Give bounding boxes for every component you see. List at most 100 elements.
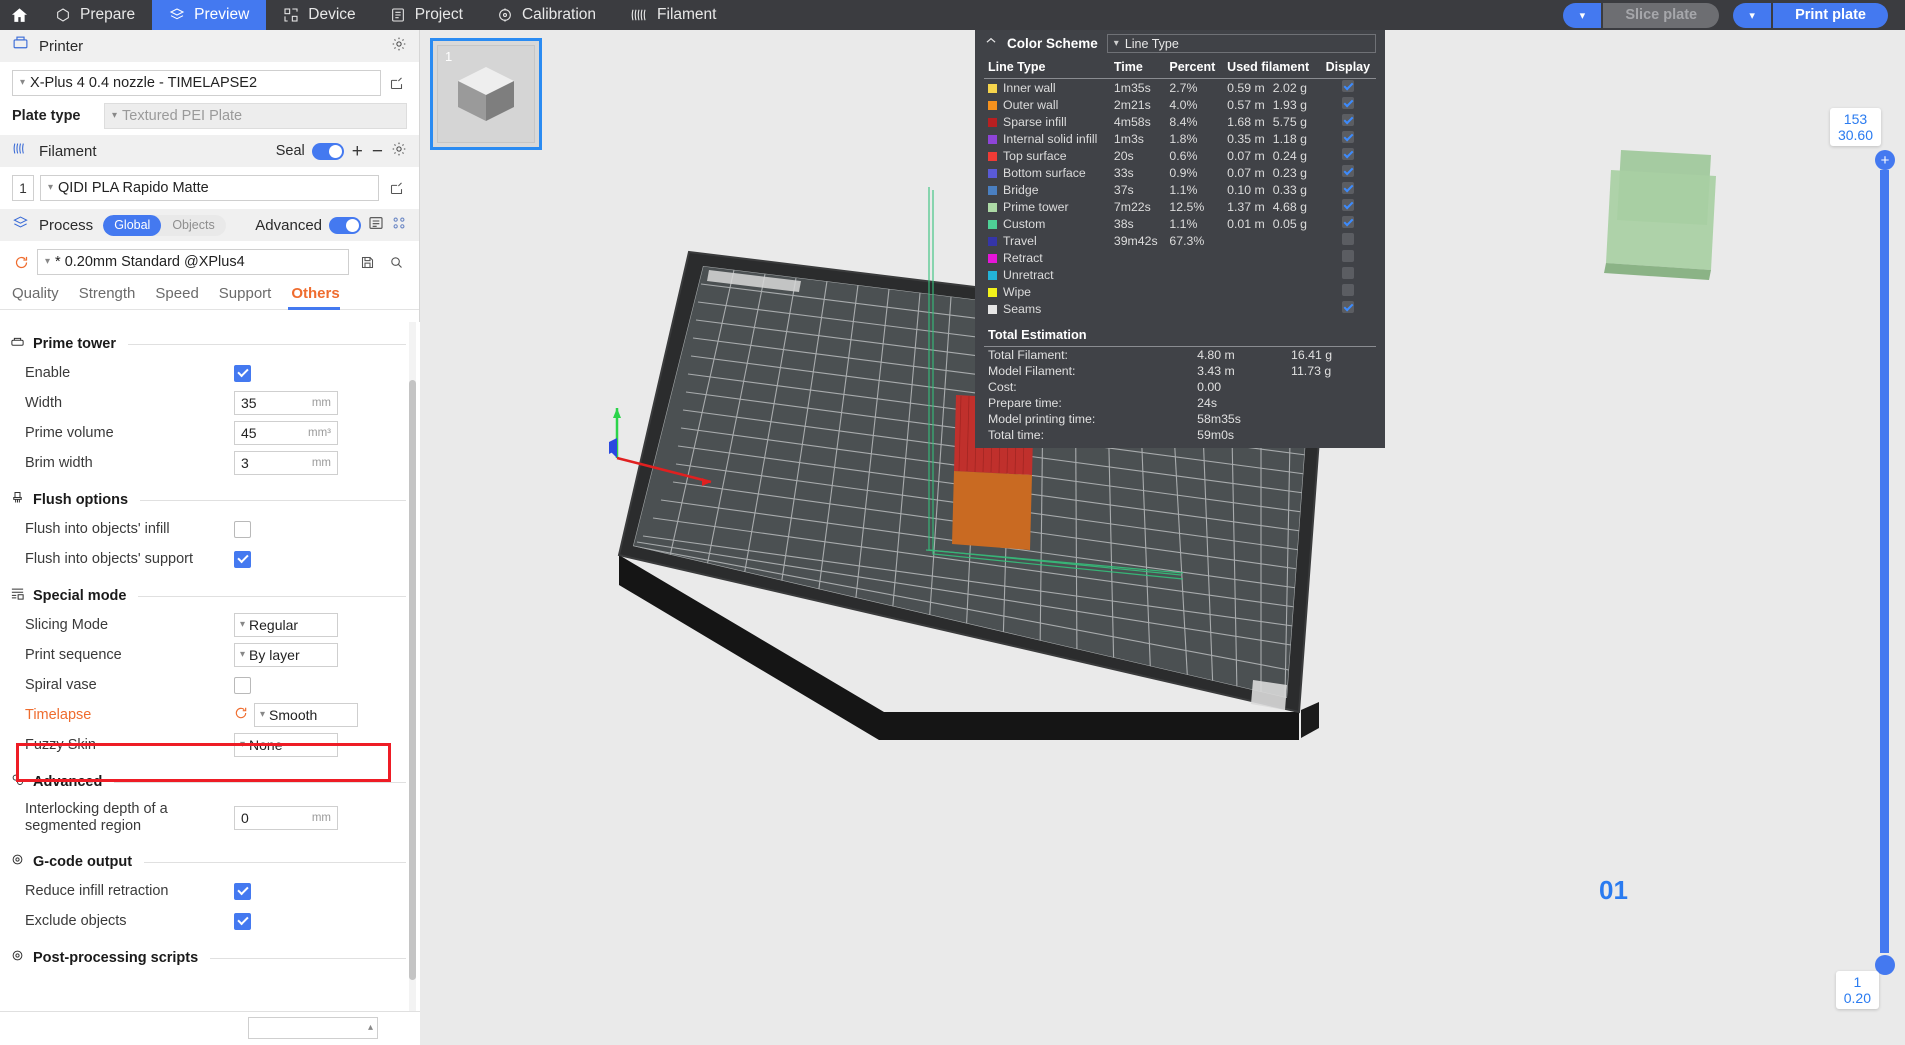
slice-plate-caret-icon[interactable]: ▾ bbox=[1563, 3, 1601, 28]
line-type-row[interactable]: Retract bbox=[984, 249, 1376, 266]
setting-number-input[interactable]: 0mm bbox=[234, 806, 338, 830]
home-icon[interactable] bbox=[0, 0, 38, 30]
menu-item-filament[interactable]: Filament bbox=[613, 0, 733, 30]
line-type-row[interactable]: Travel39m42s67.3% bbox=[984, 232, 1376, 249]
display-checkbox[interactable] bbox=[1342, 80, 1354, 92]
display-checkbox[interactable] bbox=[1342, 233, 1354, 245]
bottom-expand-control[interactable]: ▴ bbox=[248, 1017, 378, 1039]
line-type-row[interactable]: Bottom surface33s0.9%0.07 m0.23 g bbox=[984, 164, 1376, 181]
chevron-up-icon[interactable]: ▴ bbox=[368, 1023, 373, 1033]
setting-select[interactable]: ▾By layer bbox=[234, 643, 338, 667]
menu-item-device[interactable]: Device bbox=[266, 0, 372, 30]
line-type-row[interactable]: Unretract bbox=[984, 266, 1376, 283]
slice-plate-split-button[interactable]: ▾ Slice plate bbox=[1563, 3, 1719, 28]
setting-checkbox[interactable] bbox=[234, 365, 251, 382]
plate-thumbnail-1[interactable]: 1 bbox=[430, 38, 542, 150]
setting-checkbox[interactable] bbox=[234, 883, 251, 900]
line-type-row[interactable]: Inner wall1m35s2.7%0.59 m2.02 g bbox=[984, 79, 1376, 97]
settings-list[interactable]: Prime towerEnableWidth35mmPrime volume45… bbox=[0, 322, 420, 1045]
compare-presets-icon[interactable] bbox=[391, 215, 407, 236]
display-checkbox[interactable] bbox=[1342, 182, 1354, 194]
line-type-used-filament-cell: 0.07 m0.24 g bbox=[1223, 147, 1320, 164]
display-checkbox[interactable] bbox=[1342, 284, 1354, 296]
save-preset-icon[interactable] bbox=[356, 255, 378, 270]
setting-checkbox[interactable] bbox=[234, 913, 251, 930]
line-type-row[interactable]: Prime tower7m22s12.5%1.37 m4.68 g bbox=[984, 198, 1376, 215]
display-checkbox[interactable] bbox=[1342, 250, 1354, 262]
reset-preset-icon[interactable] bbox=[12, 255, 30, 270]
menu-item-project[interactable]: Project bbox=[373, 0, 480, 30]
display-checkbox[interactable] bbox=[1342, 216, 1354, 228]
setting-select[interactable]: ▾None bbox=[234, 733, 338, 757]
line-type-row[interactable]: Sparse infill4m58s8.4%1.68 m5.75 g bbox=[984, 113, 1376, 130]
line-type-row[interactable]: Outer wall2m21s4.0%0.57 m1.93 g bbox=[984, 96, 1376, 113]
search-preset-icon[interactable] bbox=[385, 255, 407, 270]
setting-number-input[interactable]: 35mm bbox=[234, 391, 338, 415]
add-filament-button[interactable]: + bbox=[351, 142, 364, 161]
filament-preset-select[interactable]: ▾ QIDI PLA Rapido Matte bbox=[40, 175, 379, 201]
display-checkbox[interactable] bbox=[1342, 114, 1354, 126]
settings-scrollbar-thumb[interactable] bbox=[409, 380, 416, 980]
reset-setting-icon[interactable] bbox=[234, 706, 248, 725]
tab-others[interactable]: Others bbox=[288, 285, 356, 309]
filament-edit-icon[interactable] bbox=[385, 181, 407, 196]
setting-checkbox[interactable] bbox=[234, 677, 251, 694]
layer-slider-top-handle[interactable]: + bbox=[1875, 150, 1895, 170]
seal-toggle[interactable] bbox=[312, 143, 344, 160]
printer-settings-gear-icon[interactable] bbox=[391, 36, 407, 57]
line-type-row[interactable]: Internal solid infill1m3s1.8%0.35 m1.18 … bbox=[984, 130, 1376, 147]
menu-item-preview[interactable]: Preview bbox=[152, 0, 266, 30]
process-preset-select[interactable]: ▾ * 0.20mm Standard @XPlus4 bbox=[37, 249, 349, 275]
settings-group-header[interactable]: Special mode bbox=[0, 574, 420, 610]
menu-item-calibration[interactable]: Calibration bbox=[480, 0, 613, 30]
tab-quality[interactable]: Quality bbox=[12, 285, 76, 309]
display-checkbox[interactable] bbox=[1342, 301, 1354, 313]
tab-strength[interactable]: Strength bbox=[76, 285, 153, 309]
setting-number-input[interactable]: 45mm³ bbox=[234, 421, 338, 445]
setting-number-input[interactable]: 3mm bbox=[234, 451, 338, 475]
line-type-row[interactable]: Wipe bbox=[984, 283, 1376, 300]
list-view-icon[interactable] bbox=[368, 215, 384, 236]
layer-slider[interactable]: + bbox=[1877, 150, 1891, 975]
print-plate-split-button[interactable]: ▾ Print plate bbox=[1733, 3, 1888, 28]
used-filament-weight: 1.18 g bbox=[1273, 132, 1307, 146]
line-type-row[interactable]: Bridge37s1.1%0.10 m0.33 g bbox=[984, 181, 1376, 198]
scope-objects[interactable]: Objects bbox=[161, 215, 225, 236]
printer-edit-icon[interactable] bbox=[385, 76, 407, 91]
settings-group-header[interactable]: G-code output bbox=[0, 840, 420, 876]
display-checkbox[interactable] bbox=[1342, 267, 1354, 279]
line-type-row[interactable]: Custom38s1.1%0.01 m0.05 g bbox=[984, 215, 1376, 232]
process-scope-toggle[interactable]: Global Objects bbox=[103, 215, 226, 236]
line-type-row[interactable]: Seams bbox=[984, 300, 1376, 317]
display-checkbox[interactable] bbox=[1342, 148, 1354, 160]
settings-group-header[interactable]: Post-processing scripts bbox=[0, 936, 420, 972]
tab-speed[interactable]: Speed bbox=[152, 285, 215, 309]
setting-select[interactable]: ▾Smooth bbox=[254, 703, 358, 727]
settings-group-header[interactable]: Flush options bbox=[0, 478, 420, 514]
chevron-up-icon[interactable] bbox=[984, 34, 998, 53]
color-scheme-mode-select[interactable]: ▾ Line Type bbox=[1107, 34, 1376, 53]
scope-global[interactable]: Global bbox=[103, 215, 161, 236]
print-plate-caret-icon[interactable]: ▾ bbox=[1733, 3, 1771, 28]
menu-item-prepare[interactable]: Prepare bbox=[38, 0, 152, 30]
layer-slider-bar[interactable] bbox=[1880, 170, 1889, 953]
slice-plate-button[interactable]: Slice plate bbox=[1603, 3, 1719, 28]
display-checkbox[interactable] bbox=[1342, 165, 1354, 177]
printer-preset-select[interactable]: ▾ X-Plus 4 0.4 nozzle - TIMELAPSE2 bbox=[12, 70, 381, 96]
settings-group-header[interactable]: Advanced bbox=[0, 760, 420, 796]
setting-select[interactable]: ▾Regular bbox=[234, 613, 338, 637]
advanced-toggle[interactable] bbox=[329, 217, 361, 234]
remove-filament-button[interactable]: − bbox=[371, 142, 384, 161]
plate-type-select[interactable]: ▾ Textured PEI Plate bbox=[104, 103, 407, 129]
settings-group-header[interactable]: Prime tower bbox=[0, 322, 420, 358]
tab-support[interactable]: Support bbox=[216, 285, 289, 309]
setting-checkbox[interactable] bbox=[234, 521, 251, 538]
filament-settings-gear-icon[interactable] bbox=[391, 141, 407, 162]
print-plate-button[interactable]: Print plate bbox=[1773, 3, 1888, 28]
display-checkbox[interactable] bbox=[1342, 131, 1354, 143]
display-checkbox[interactable] bbox=[1342, 97, 1354, 109]
line-type-color-swatch bbox=[988, 203, 997, 212]
display-checkbox[interactable] bbox=[1342, 199, 1354, 211]
line-type-row[interactable]: Top surface20s0.6%0.07 m0.24 g bbox=[984, 147, 1376, 164]
setting-checkbox[interactable] bbox=[234, 551, 251, 568]
